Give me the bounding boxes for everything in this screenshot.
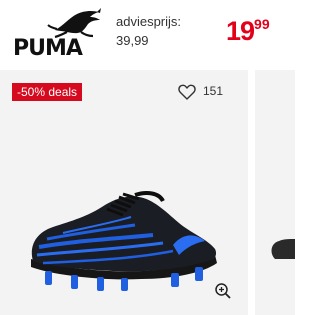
product-image[interactable] <box>23 177 219 297</box>
advies-price: 39,99 <box>116 33 149 48</box>
zoom-in-icon[interactable] <box>214 282 232 300</box>
sale-price-cents: 99 <box>254 16 270 32</box>
advies-label: adviesprijs: <box>116 14 182 29</box>
next-product-card[interactable] <box>255 70 295 315</box>
brand-logo: PUMA <box>11 6 106 61</box>
favorite-count: 151 <box>203 84 224 98</box>
brand-name: PUMA <box>13 36 83 61</box>
heart-icon[interactable] <box>178 84 196 100</box>
sale-price-main: 19 <box>226 16 255 46</box>
sale-price: 1999 <box>226 16 270 47</box>
product-card[interactable]: -50% deals 151 <box>0 70 248 315</box>
next-product-image[interactable] <box>265 235 295 265</box>
product-header: PUMA adviesprijs: 39,99 1999 <box>0 0 295 68</box>
puma-cat-icon <box>47 8 101 38</box>
deal-badge: -50% deals <box>12 83 83 101</box>
